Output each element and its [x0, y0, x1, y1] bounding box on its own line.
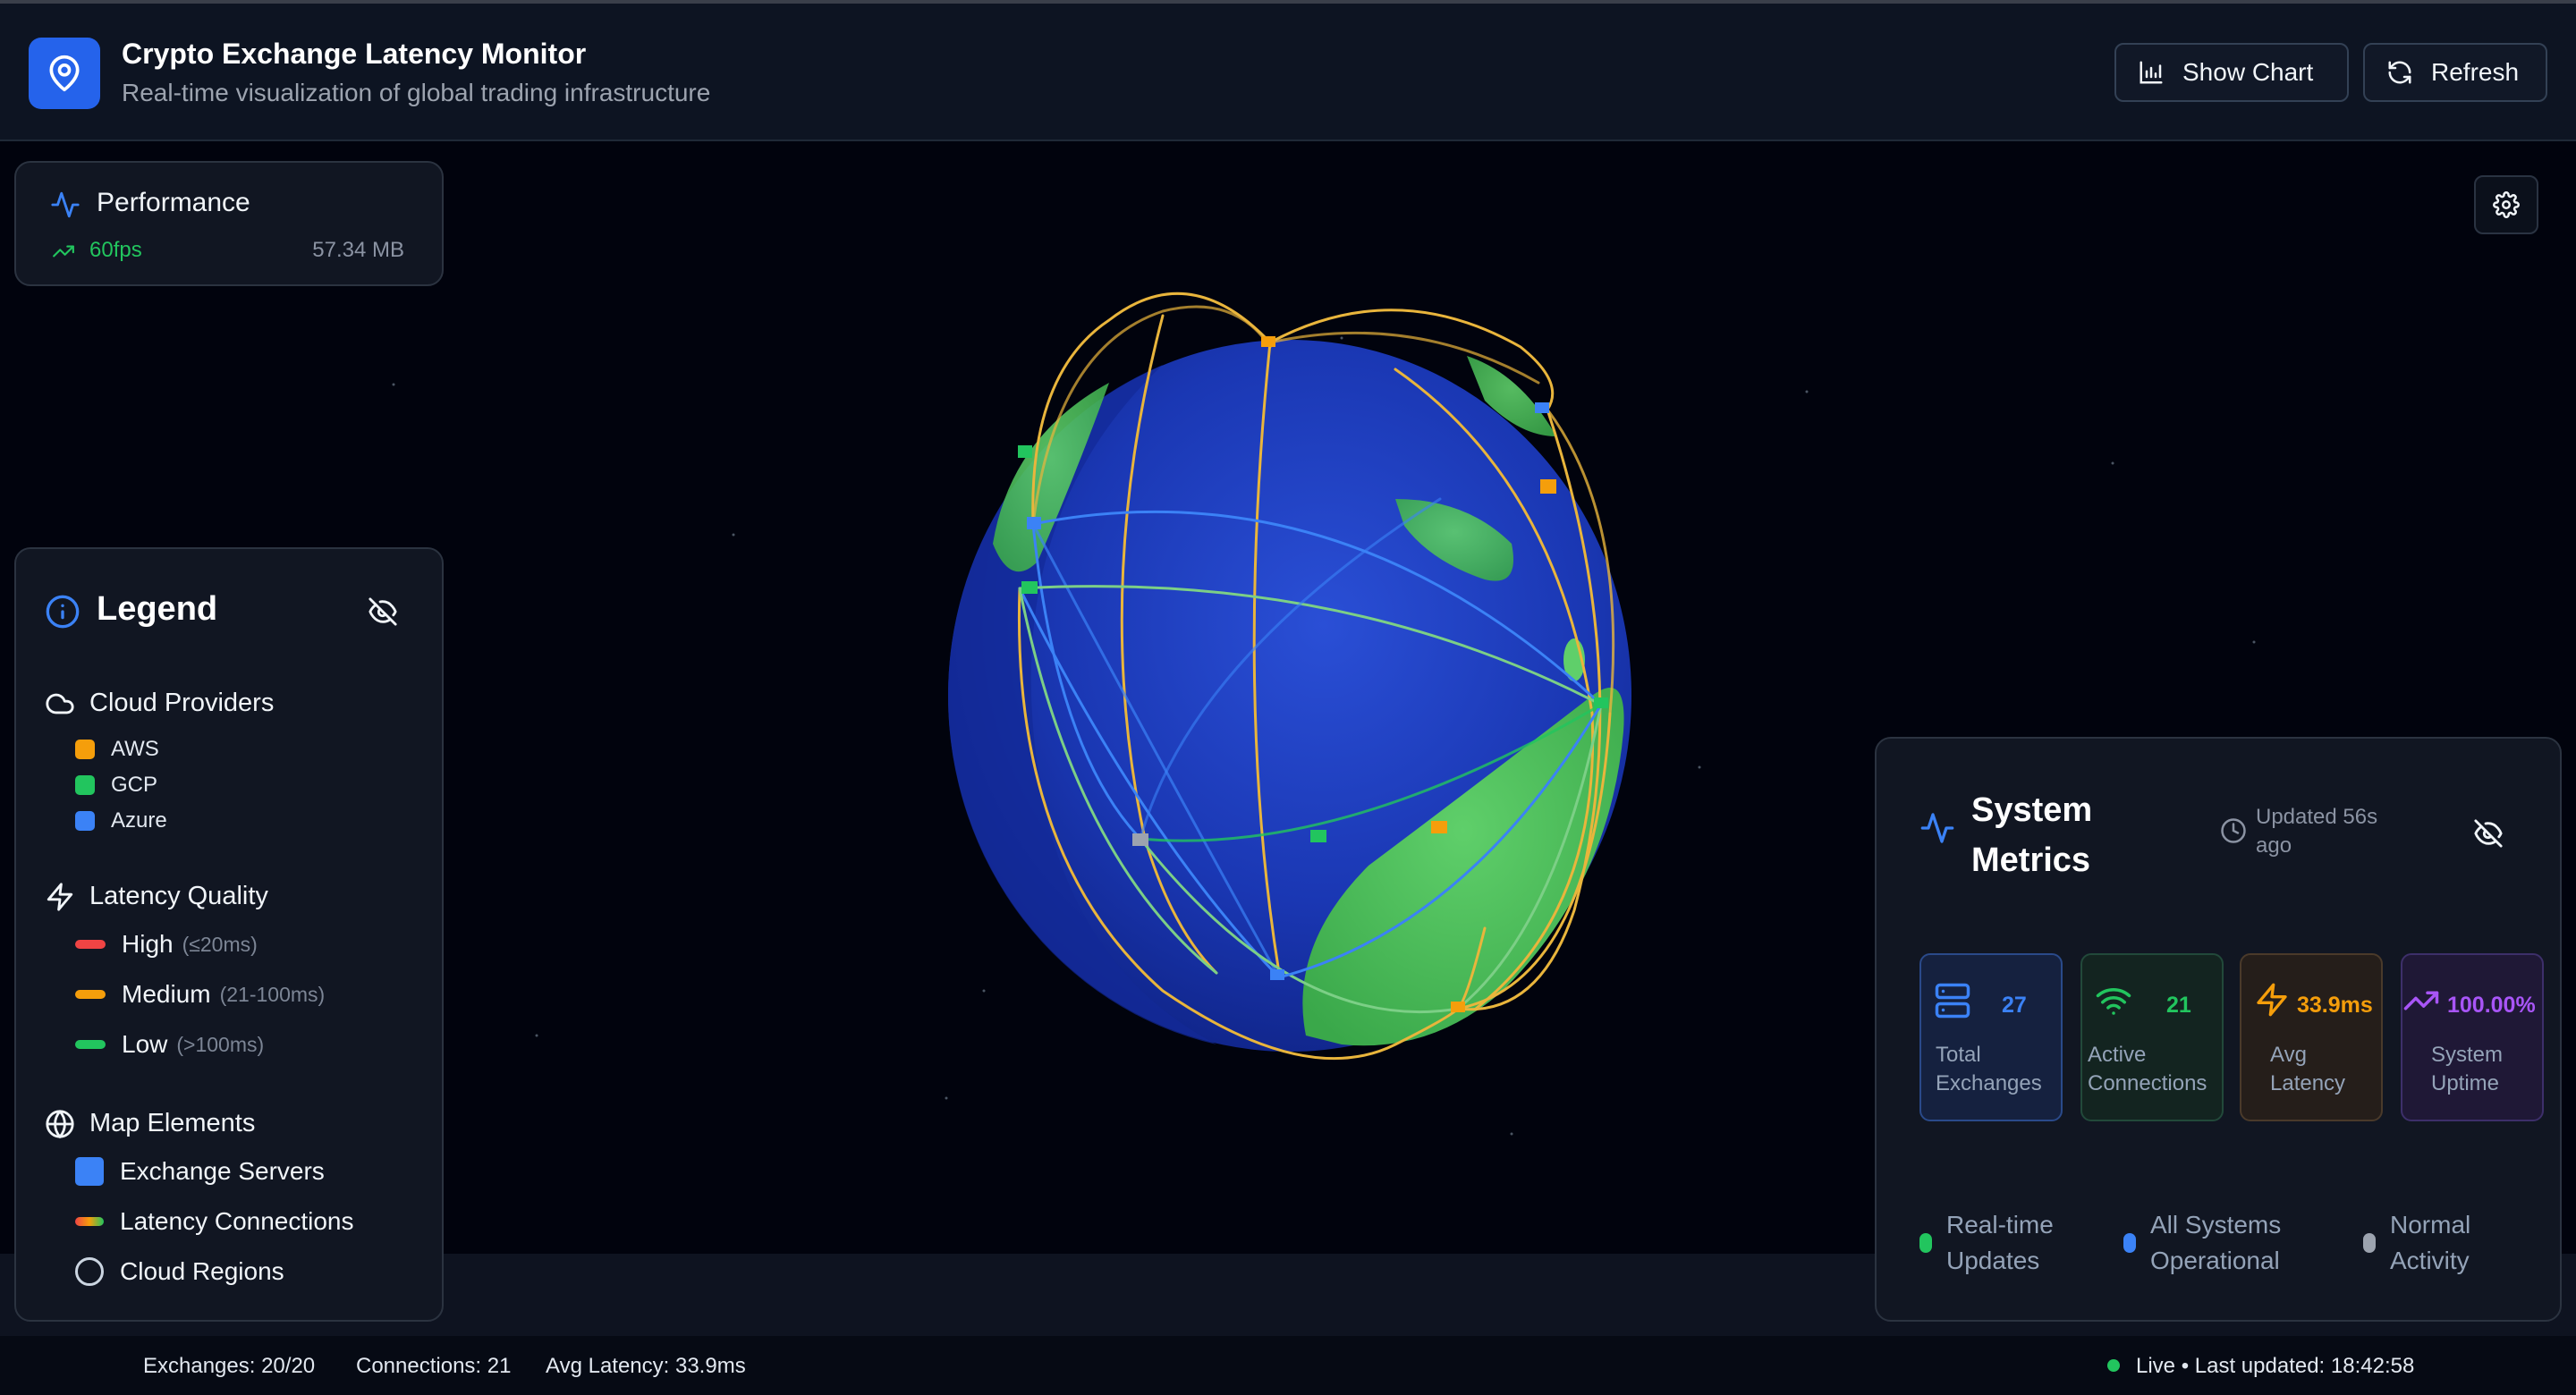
- active-connections-value: 21: [2166, 993, 2191, 1018]
- azure-label: Azure: [111, 808, 167, 833]
- status-label: Real-time Updates: [1946, 1211, 2054, 1274]
- total-exchanges-value: 27: [2002, 993, 2027, 1018]
- footer-exchanges: Exchanges: 20/20: [143, 1354, 316, 1378]
- footer-avg-latency: Avg Latency: 33.9ms: [546, 1354, 746, 1378]
- legend-item-medium: Medium (21-100ms): [75, 980, 325, 1009]
- zap-icon: [47, 883, 73, 911]
- legend-item-gcp: GCP: [75, 773, 157, 798]
- footer-live-status: Live • Last updated: 18:42:58: [2136, 1354, 2415, 1378]
- show-chart-label: Show Chart: [2182, 58, 2314, 86]
- medium-label: Medium: [122, 980, 211, 1008]
- metric-card-latency: 33.9ms Avg Latency: [2240, 953, 2383, 1121]
- metrics-title: System Metrics: [1971, 791, 2093, 879]
- avg-latency-value: 33.9ms: [2297, 993, 2373, 1018]
- status-normal-activity: Normal Activity: [2363, 1207, 2524, 1279]
- system-uptime-label: System Uptime: [2431, 1043, 2504, 1095]
- latency-quality-title: Latency Quality: [89, 882, 268, 910]
- system-metrics-panel: System Metrics Updated 56s ago 27 Total …: [1875, 737, 2562, 1322]
- refresh-button[interactable]: Refresh: [2363, 43, 2547, 102]
- memory-value: 57.34 MB: [312, 238, 404, 262]
- gcp-swatch: [75, 775, 95, 795]
- fps-value: 60fps: [89, 238, 142, 262]
- legend-item-exchange-servers: Exchange Servers: [75, 1157, 325, 1186]
- status-bar: Exchanges: 20/20 Connections: 21 Avg Lat…: [0, 1336, 2576, 1395]
- activity-icon: [1920, 813, 1954, 843]
- hide-legend-button[interactable]: [361, 590, 404, 633]
- app-title: Crypto Exchange Latency Monitor: [122, 38, 587, 70]
- low-label: Low: [122, 1030, 168, 1058]
- high-swatch: [75, 940, 106, 949]
- active-connections-label: Active Connections: [2088, 1043, 2207, 1095]
- high-label: High: [122, 930, 174, 958]
- legend-item-azure: Azure: [75, 808, 167, 833]
- wifi-icon: [2096, 988, 2131, 1015]
- refresh-label: Refresh: [2431, 58, 2520, 86]
- low-range: (>100ms): [176, 1032, 265, 1056]
- app-header: Crypto Exchange Latency Monitor Real-tim…: [0, 4, 2576, 141]
- status-all-systems: All Systems Operational: [2123, 1207, 2311, 1279]
- status-dot: [2363, 1233, 2376, 1253]
- latency-connection-swatch: [75, 1217, 104, 1226]
- metric-card-exchanges: 27 Total Exchanges: [1919, 953, 2063, 1121]
- trending-up-icon: [2403, 991, 2439, 1010]
- footer-connections: Connections: 21: [356, 1354, 512, 1378]
- hide-metrics-button[interactable]: [2467, 812, 2510, 855]
- legend-item-low: Low (>100ms): [75, 1030, 264, 1059]
- legend-title: Legend: [97, 590, 218, 628]
- trending-up-icon: [53, 245, 74, 258]
- status-dot: [2123, 1233, 2136, 1253]
- cloud-providers-title: Cloud Providers: [89, 689, 275, 717]
- cloud-region-swatch: [75, 1257, 104, 1286]
- info-icon: [46, 595, 80, 629]
- gcp-label: GCP: [111, 773, 158, 797]
- metric-card-connections: 21 Active Connections: [2080, 953, 2224, 1121]
- status-realtime-updates: Real-time Updates: [1919, 1207, 2089, 1279]
- medium-range: (21-100ms): [219, 982, 326, 1006]
- bar-chart-icon: [2140, 61, 2163, 84]
- activity-icon: [51, 191, 80, 218]
- globe: [947, 340, 1631, 1052]
- azure-swatch: [75, 811, 95, 831]
- refresh-icon: [2388, 61, 2411, 84]
- metric-card-uptime: 100.00% System Uptime: [2401, 953, 2544, 1121]
- status-label: Normal Activity: [2390, 1211, 2471, 1274]
- medium-swatch: [75, 990, 106, 999]
- eye-off-icon: [2474, 819, 2503, 848]
- status-label: All Systems Operational: [2150, 1211, 2282, 1274]
- legend-item-high: High (≤20ms): [75, 930, 258, 959]
- server-icon: [1935, 983, 1970, 1019]
- exchange-server-swatch: [75, 1157, 104, 1186]
- legend-item-cloud-regions: Cloud Regions: [75, 1257, 284, 1286]
- show-chart-button[interactable]: Show Chart: [2114, 43, 2349, 102]
- high-range: (≤20ms): [182, 932, 258, 956]
- legend-panel: Legend Cloud Providers AWS GCP Azure Lat…: [14, 547, 444, 1322]
- live-indicator-dot: [2107, 1359, 2120, 1372]
- map-pin-icon: [29, 38, 100, 109]
- aws-label: AWS: [111, 737, 159, 761]
- system-uptime-value: 100.00%: [2447, 993, 2536, 1018]
- performance-title: Performance: [97, 188, 250, 217]
- total-exchanges-label: Total Exchanges: [1936, 1043, 2042, 1095]
- aws-swatch: [75, 740, 95, 759]
- globe-icon: [46, 1110, 74, 1139]
- clock-icon: [2221, 818, 2246, 843]
- exchange-servers-label: Exchange Servers: [120, 1157, 325, 1185]
- metrics-updated: Updated 56s ago: [2256, 805, 2378, 858]
- latency-connections-label: Latency Connections: [120, 1207, 354, 1235]
- legend-item-latency-connections: Latency Connections: [75, 1207, 354, 1236]
- zap-icon: [2257, 983, 2287, 1017]
- cloud-icon: [46, 693, 74, 714]
- status-dot: [1919, 1233, 1932, 1253]
- map-elements-title: Map Elements: [89, 1109, 256, 1137]
- app-subtitle: Real-time visualization of global tradin…: [122, 79, 711, 106]
- low-swatch: [75, 1040, 106, 1049]
- eye-off-icon: [369, 597, 397, 626]
- cloud-regions-label: Cloud Regions: [120, 1257, 284, 1285]
- performance-panel: Performance 60fps 57.34 MB: [14, 161, 444, 286]
- legend-item-aws: AWS: [75, 737, 159, 762]
- gear-icon: [2493, 191, 2520, 218]
- avg-latency-label: Avg Latency: [2270, 1043, 2346, 1095]
- settings-button[interactable]: [2474, 175, 2538, 234]
